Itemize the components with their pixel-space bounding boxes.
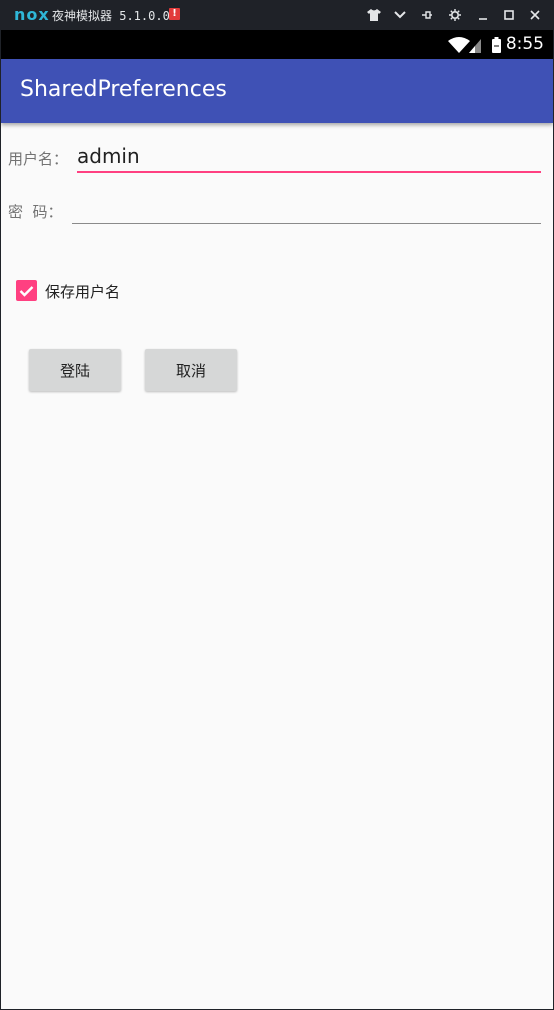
- password-input[interactable]: [72, 192, 541, 226]
- close-icon[interactable]: [526, 6, 544, 24]
- status-time: 8:55: [505, 34, 544, 54]
- status-bar: 8:55: [1, 30, 553, 59]
- cancel-button[interactable]: 取消: [145, 349, 237, 391]
- emulator-title-bar: nox 夜神模拟器 5.1.0.0 !: [0, 0, 554, 30]
- login-button[interactable]: 登陆: [29, 349, 121, 391]
- chevron-down-icon[interactable]: [391, 6, 409, 24]
- wifi-icon: [448, 37, 470, 53]
- pin-icon[interactable]: [418, 6, 436, 24]
- checkmark-icon: [19, 285, 34, 297]
- status-icons: [447, 35, 505, 59]
- gear-icon[interactable]: [446, 6, 464, 24]
- emulator-title: 夜神模拟器 5.1.0.0: [52, 9, 170, 23]
- device-screen: 8:55 SharedPreferences 用户名： admin 密 码： 保…: [1, 30, 553, 1009]
- nox-logo: nox: [14, 5, 50, 24]
- alert-badge[interactable]: !: [169, 8, 180, 20]
- battery-icon: [492, 37, 501, 53]
- signal-icon: [469, 39, 481, 53]
- app-bar: SharedPreferences: [1, 59, 553, 123]
- minimize-icon[interactable]: [474, 6, 492, 24]
- username-input[interactable]: admin: [77, 140, 541, 174]
- remember-checkbox[interactable]: [16, 280, 37, 301]
- app-title: SharedPreferences: [20, 77, 227, 102]
- username-underline: [77, 171, 541, 173]
- password-underline: [72, 223, 541, 224]
- shirt-icon[interactable]: [365, 6, 383, 24]
- maximize-icon[interactable]: [500, 6, 518, 24]
- remember-label[interactable]: 保存用户名: [45, 281, 120, 302]
- username-value: admin: [77, 144, 140, 168]
- username-label: 用户名：: [8, 150, 69, 168]
- password-label: 密 码：: [8, 203, 63, 221]
